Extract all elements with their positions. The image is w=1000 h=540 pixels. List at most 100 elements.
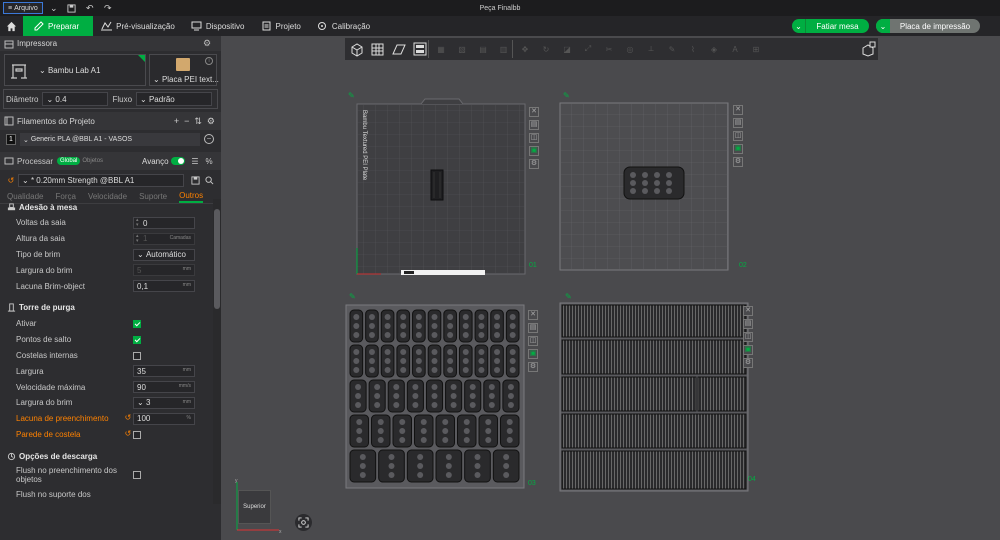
lay-on-face-icon[interactable]: ◪ [558, 40, 576, 58]
arrange-plate-icon[interactable]: ▤ [528, 323, 538, 333]
arrange-plate-icon[interactable]: ▤ [529, 120, 539, 130]
variable-layer-icon[interactable]: ▥ [495, 40, 513, 58]
orient-plate-icon[interactable]: ◫ [743, 332, 753, 342]
brim-gap-field[interactable]: 0,1 mm [133, 280, 195, 293]
cut-icon[interactable]: ✂ [600, 40, 618, 58]
plate-3-edit-icon[interactable]: ✎ [349, 292, 357, 301]
objects-tag[interactable]: Objetos [82, 158, 103, 164]
lock-icon[interactable]: ▣ [528, 349, 538, 359]
search-icon[interactable] [204, 175, 214, 185]
rotate-icon[interactable]: ↻ [537, 40, 555, 58]
chevron-down-icon[interactable]: ⌄ [876, 19, 890, 33]
split-parts-icon[interactable]: ▧ [453, 40, 471, 58]
color-paint-icon[interactable]: ◈ [705, 40, 723, 58]
printer-selector[interactable]: ⌄ Bambu Lab A1 [4, 54, 146, 86]
flow-select[interactable]: ⌄ Padrão [136, 92, 213, 106]
spin-arrows-icon[interactable]: ▴ ▾ [136, 233, 141, 244]
tower-width-field[interactable]: 35 mm [133, 365, 195, 378]
tab-device[interactable]: Dispositivo [183, 16, 253, 36]
sync-icon[interactable]: ⇅ [194, 116, 202, 127]
close-icon[interactable]: ✕ [528, 310, 538, 320]
tab-calibration[interactable]: Calibração [309, 16, 378, 36]
lock-icon[interactable]: ▣ [733, 144, 743, 154]
plate-settings-icon[interactable]: ⚙ [529, 159, 539, 169]
reset-icon[interactable]: ↺ [124, 413, 132, 422]
lock-icon[interactable]: ▣ [529, 146, 539, 156]
3d-canvas[interactable]: ▦ ▧ ▤ ▥ ✥ ↻ ◪ ⤢ ✂ ◎ ⟂ ✎ ⌇ ◈ A ⊞ ✎ Bambu … [221, 36, 1000, 540]
plate-settings-icon[interactable]: ⚙ [743, 358, 753, 368]
slice-plate-button[interactable]: ⌄ Fatiar mesa [792, 19, 869, 33]
plate-2[interactable] [559, 102, 731, 272]
plate-2-edit-icon[interactable]: ✎ [563, 91, 571, 100]
split-objects-icon[interactable]: ▦ [432, 40, 450, 58]
tab-prepare[interactable]: Preparar [23, 16, 94, 36]
infill-gap-field[interactable]: 100% [133, 412, 195, 425]
arrange-plate-icon[interactable]: ▤ [733, 118, 743, 128]
tower-brim-width-field[interactable]: ⌄ 3 mm [133, 396, 195, 409]
brim-width-field[interactable]: 5 mm [133, 264, 195, 277]
process-preset-select[interactable]: ⌄ * 0.20mm Strength @BBL A1 [18, 174, 184, 187]
close-icon[interactable]: ✕ [743, 306, 753, 316]
diameter-select[interactable]: ⌄ 0.4 [42, 92, 109, 106]
reset-icon[interactable]: ↺ [6, 175, 16, 185]
home-icon[interactable] [0, 16, 22, 36]
gear-icon[interactable]: ⚙ [207, 116, 215, 127]
text-emboss-icon[interactable]: A [726, 40, 744, 58]
add-plate-icon[interactable] [369, 40, 387, 58]
gear-icon[interactable]: ⚙ [202, 38, 212, 49]
auto-orient-icon[interactable] [390, 40, 408, 58]
filament-slot-number[interactable]: 1 [6, 134, 16, 145]
filament-select[interactable]: ⌄ Generic PLA @BBL A1 - VASOS [20, 133, 200, 146]
add-icon[interactable]: + [174, 116, 179, 126]
prime-enable-checkbox[interactable] [133, 319, 141, 328]
plate-4[interactable] [559, 302, 749, 492]
measure-icon[interactable]: ⟂ [642, 40, 660, 58]
global-tag[interactable]: Global [57, 157, 81, 165]
brim-type-select[interactable]: ⌄ Automático [133, 248, 195, 261]
fit-view-icon[interactable] [295, 514, 312, 531]
rib-wall-checkbox[interactable] [133, 430, 141, 439]
arrange-plate-icon[interactable]: ▤ [743, 319, 753, 329]
plate-3[interactable] [345, 304, 527, 490]
close-icon[interactable]: ✕ [529, 107, 539, 117]
plate-selector[interactable]: i ⌄ Placa PEI text... [149, 54, 219, 86]
add-object-icon[interactable] [348, 40, 366, 58]
orient-plate-icon[interactable]: ◫ [733, 131, 743, 141]
list-icon[interactable]: ☰ [190, 156, 200, 166]
redo-icon[interactable]: ↷ [101, 1, 115, 15]
remove-filament-icon[interactable]: − [204, 134, 214, 144]
print-plate-button[interactable]: ⌄ Placa de impressão [876, 19, 980, 33]
advanced-toggle[interactable] [171, 157, 185, 165]
orient-plate-icon[interactable]: ◫ [528, 336, 538, 346]
move-icon[interactable]: ✥ [516, 40, 534, 58]
reset-icon[interactable]: ↺ [124, 429, 132, 438]
spin-arrows-icon[interactable]: ▴ ▾ [136, 218, 141, 228]
layer-icon[interactable]: ▤ [474, 40, 492, 58]
lock-icon[interactable]: ▣ [743, 345, 753, 355]
skip-points-checkbox[interactable] [133, 335, 141, 344]
flush-infill-checkbox[interactable] [133, 471, 141, 480]
skirt-loops-field[interactable]: ▴ ▾ 0 [133, 217, 195, 229]
boolean-icon[interactable]: ◎ [621, 40, 639, 58]
arrange-icon[interactable] [411, 40, 429, 58]
save-icon[interactable] [190, 175, 200, 185]
parameter-scrollbar[interactable] [213, 199, 221, 504]
plate-settings-icon[interactable]: ⚙ [733, 157, 743, 167]
undo-icon[interactable]: ↶ [83, 1, 97, 15]
plate-1[interactable]: Bambu Textured PEI Plate [351, 98, 529, 276]
assembly-icon[interactable]: ⊞ [747, 40, 765, 58]
file-menu-button[interactable]: ≡ Arquivo [3, 2, 43, 14]
internal-ribs-checkbox[interactable] [133, 351, 141, 360]
scale-icon[interactable]: ⤢ [579, 40, 597, 58]
seam-paint-icon[interactable]: ⌇ [684, 40, 702, 58]
close-icon[interactable]: ✕ [733, 105, 743, 115]
plate-settings-icon[interactable]: ⚙ [528, 362, 538, 372]
support-paint-icon[interactable]: ✎ [663, 40, 681, 58]
scrollbar-thumb[interactable] [214, 209, 220, 309]
chevron-down-icon[interactable]: ⌄ [47, 1, 61, 15]
chevron-down-icon[interactable]: ⌄ [792, 19, 806, 33]
plate-4-edit-icon[interactable]: ✎ [565, 292, 573, 301]
remove-icon[interactable]: − [184, 116, 189, 126]
view-cube[interactable]: Superior [238, 490, 271, 524]
percent-icon[interactable]: % [204, 156, 214, 166]
